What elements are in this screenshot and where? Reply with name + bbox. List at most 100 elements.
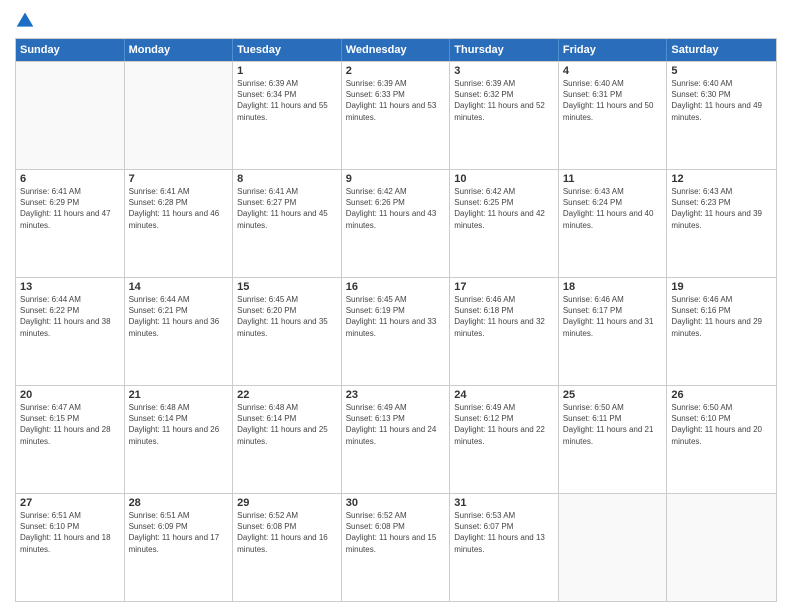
day-number: 16 xyxy=(346,281,446,293)
day-number: 14 xyxy=(129,281,229,293)
cal-cell: 14Sunrise: 6:44 AM Sunset: 6:21 PM Dayli… xyxy=(125,278,234,385)
day-number: 11 xyxy=(563,173,663,185)
day-number: 18 xyxy=(563,281,663,293)
cal-cell: 9Sunrise: 6:42 AM Sunset: 6:26 PM Daylig… xyxy=(342,170,451,277)
day-info: Sunrise: 6:51 AM Sunset: 6:10 PM Dayligh… xyxy=(20,510,120,555)
cal-cell: 31Sunrise: 6:53 AM Sunset: 6:07 PM Dayli… xyxy=(450,494,559,601)
cal-cell: 3Sunrise: 6:39 AM Sunset: 6:32 PM Daylig… xyxy=(450,62,559,169)
day-number: 28 xyxy=(129,497,229,509)
day-number: 21 xyxy=(129,389,229,401)
cal-cell: 1Sunrise: 6:39 AM Sunset: 6:34 PM Daylig… xyxy=(233,62,342,169)
cal-cell xyxy=(559,494,668,601)
day-number: 7 xyxy=(129,173,229,185)
day-info: Sunrise: 6:45 AM Sunset: 6:19 PM Dayligh… xyxy=(346,294,446,339)
day-info: Sunrise: 6:48 AM Sunset: 6:14 PM Dayligh… xyxy=(129,402,229,447)
calendar-header-row: SundayMondayTuesdayWednesdayThursdayFrid… xyxy=(16,39,776,61)
cal-header-monday: Monday xyxy=(125,39,234,61)
day-number: 3 xyxy=(454,65,554,77)
day-info: Sunrise: 6:46 AM Sunset: 6:16 PM Dayligh… xyxy=(671,294,772,339)
day-number: 26 xyxy=(671,389,772,401)
day-info: Sunrise: 6:42 AM Sunset: 6:25 PM Dayligh… xyxy=(454,186,554,231)
day-number: 29 xyxy=(237,497,337,509)
day-info: Sunrise: 6:52 AM Sunset: 6:08 PM Dayligh… xyxy=(237,510,337,555)
day-info: Sunrise: 6:46 AM Sunset: 6:18 PM Dayligh… xyxy=(454,294,554,339)
cal-cell xyxy=(667,494,776,601)
cal-header-sunday: Sunday xyxy=(16,39,125,61)
cal-cell: 18Sunrise: 6:46 AM Sunset: 6:17 PM Dayli… xyxy=(559,278,668,385)
day-info: Sunrise: 6:49 AM Sunset: 6:12 PM Dayligh… xyxy=(454,402,554,447)
cal-cell: 29Sunrise: 6:52 AM Sunset: 6:08 PM Dayli… xyxy=(233,494,342,601)
cal-cell: 25Sunrise: 6:50 AM Sunset: 6:11 PM Dayli… xyxy=(559,386,668,493)
cal-cell: 17Sunrise: 6:46 AM Sunset: 6:18 PM Dayli… xyxy=(450,278,559,385)
cal-header-friday: Friday xyxy=(559,39,668,61)
header xyxy=(15,10,777,30)
cal-cell: 21Sunrise: 6:48 AM Sunset: 6:14 PM Dayli… xyxy=(125,386,234,493)
day-info: Sunrise: 6:50 AM Sunset: 6:10 PM Dayligh… xyxy=(671,402,772,447)
day-info: Sunrise: 6:53 AM Sunset: 6:07 PM Dayligh… xyxy=(454,510,554,555)
cal-header-wednesday: Wednesday xyxy=(342,39,451,61)
day-info: Sunrise: 6:40 AM Sunset: 6:30 PM Dayligh… xyxy=(671,78,772,123)
day-info: Sunrise: 6:46 AM Sunset: 6:17 PM Dayligh… xyxy=(563,294,663,339)
logo-icon xyxy=(15,10,35,30)
day-info: Sunrise: 6:44 AM Sunset: 6:22 PM Dayligh… xyxy=(20,294,120,339)
cal-cell: 28Sunrise: 6:51 AM Sunset: 6:09 PM Dayli… xyxy=(125,494,234,601)
day-number: 1 xyxy=(237,65,337,77)
day-number: 30 xyxy=(346,497,446,509)
cal-week-1: 6Sunrise: 6:41 AM Sunset: 6:29 PM Daylig… xyxy=(16,169,776,277)
cal-cell: 30Sunrise: 6:52 AM Sunset: 6:08 PM Dayli… xyxy=(342,494,451,601)
day-info: Sunrise: 6:39 AM Sunset: 6:32 PM Dayligh… xyxy=(454,78,554,123)
day-info: Sunrise: 6:40 AM Sunset: 6:31 PM Dayligh… xyxy=(563,78,663,123)
cal-cell: 11Sunrise: 6:43 AM Sunset: 6:24 PM Dayli… xyxy=(559,170,668,277)
calendar: SundayMondayTuesdayWednesdayThursdayFrid… xyxy=(15,38,777,602)
day-info: Sunrise: 6:44 AM Sunset: 6:21 PM Dayligh… xyxy=(129,294,229,339)
day-info: Sunrise: 6:45 AM Sunset: 6:20 PM Dayligh… xyxy=(237,294,337,339)
page: SundayMondayTuesdayWednesdayThursdayFrid… xyxy=(0,0,792,612)
day-info: Sunrise: 6:41 AM Sunset: 6:29 PM Dayligh… xyxy=(20,186,120,231)
cal-cell: 6Sunrise: 6:41 AM Sunset: 6:29 PM Daylig… xyxy=(16,170,125,277)
cal-cell: 13Sunrise: 6:44 AM Sunset: 6:22 PM Dayli… xyxy=(16,278,125,385)
day-info: Sunrise: 6:43 AM Sunset: 6:23 PM Dayligh… xyxy=(671,186,772,231)
day-number: 10 xyxy=(454,173,554,185)
day-info: Sunrise: 6:41 AM Sunset: 6:27 PM Dayligh… xyxy=(237,186,337,231)
day-number: 27 xyxy=(20,497,120,509)
cal-week-3: 20Sunrise: 6:47 AM Sunset: 6:15 PM Dayli… xyxy=(16,385,776,493)
day-number: 6 xyxy=(20,173,120,185)
cal-cell: 26Sunrise: 6:50 AM Sunset: 6:10 PM Dayli… xyxy=(667,386,776,493)
day-number: 17 xyxy=(454,281,554,293)
day-number: 25 xyxy=(563,389,663,401)
cal-cell: 16Sunrise: 6:45 AM Sunset: 6:19 PM Dayli… xyxy=(342,278,451,385)
cal-cell xyxy=(16,62,125,169)
cal-cell: 12Sunrise: 6:43 AM Sunset: 6:23 PM Dayli… xyxy=(667,170,776,277)
day-number: 12 xyxy=(671,173,772,185)
cal-cell: 24Sunrise: 6:49 AM Sunset: 6:12 PM Dayli… xyxy=(450,386,559,493)
day-info: Sunrise: 6:51 AM Sunset: 6:09 PM Dayligh… xyxy=(129,510,229,555)
day-number: 13 xyxy=(20,281,120,293)
day-number: 20 xyxy=(20,389,120,401)
cal-cell: 7Sunrise: 6:41 AM Sunset: 6:28 PM Daylig… xyxy=(125,170,234,277)
cal-cell xyxy=(125,62,234,169)
day-info: Sunrise: 6:48 AM Sunset: 6:14 PM Dayligh… xyxy=(237,402,337,447)
day-number: 23 xyxy=(346,389,446,401)
day-info: Sunrise: 6:50 AM Sunset: 6:11 PM Dayligh… xyxy=(563,402,663,447)
day-info: Sunrise: 6:52 AM Sunset: 6:08 PM Dayligh… xyxy=(346,510,446,555)
cal-cell: 2Sunrise: 6:39 AM Sunset: 6:33 PM Daylig… xyxy=(342,62,451,169)
day-info: Sunrise: 6:42 AM Sunset: 6:26 PM Dayligh… xyxy=(346,186,446,231)
day-number: 5 xyxy=(671,65,772,77)
cal-cell: 8Sunrise: 6:41 AM Sunset: 6:27 PM Daylig… xyxy=(233,170,342,277)
cal-week-0: 1Sunrise: 6:39 AM Sunset: 6:34 PM Daylig… xyxy=(16,61,776,169)
day-number: 4 xyxy=(563,65,663,77)
day-number: 31 xyxy=(454,497,554,509)
cal-cell: 22Sunrise: 6:48 AM Sunset: 6:14 PM Dayli… xyxy=(233,386,342,493)
logo xyxy=(15,10,39,30)
cal-header-tuesday: Tuesday xyxy=(233,39,342,61)
day-info: Sunrise: 6:49 AM Sunset: 6:13 PM Dayligh… xyxy=(346,402,446,447)
day-number: 19 xyxy=(671,281,772,293)
cal-cell: 15Sunrise: 6:45 AM Sunset: 6:20 PM Dayli… xyxy=(233,278,342,385)
cal-cell: 10Sunrise: 6:42 AM Sunset: 6:25 PM Dayli… xyxy=(450,170,559,277)
cal-cell: 20Sunrise: 6:47 AM Sunset: 6:15 PM Dayli… xyxy=(16,386,125,493)
day-info: Sunrise: 6:43 AM Sunset: 6:24 PM Dayligh… xyxy=(563,186,663,231)
day-number: 9 xyxy=(346,173,446,185)
day-info: Sunrise: 6:41 AM Sunset: 6:28 PM Dayligh… xyxy=(129,186,229,231)
cal-week-2: 13Sunrise: 6:44 AM Sunset: 6:22 PM Dayli… xyxy=(16,277,776,385)
cal-cell: 23Sunrise: 6:49 AM Sunset: 6:13 PM Dayli… xyxy=(342,386,451,493)
